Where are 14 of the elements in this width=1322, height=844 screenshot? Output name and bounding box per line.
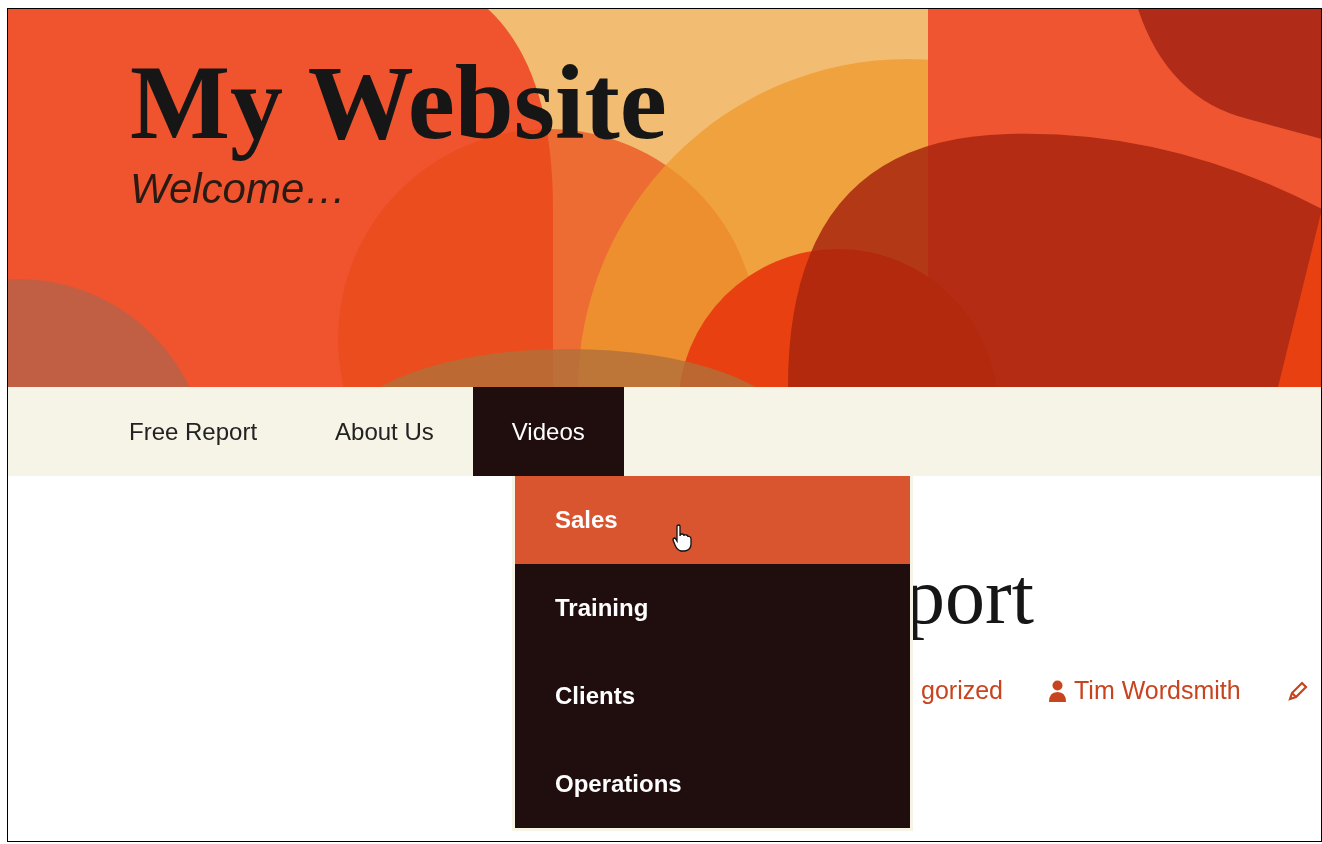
category-link[interactable]: gorized (921, 672, 1003, 710)
person-icon (1049, 679, 1066, 702)
nav-tab[interactable]: About Us (296, 387, 473, 476)
nav-tab[interactable]: Videos (472, 387, 624, 476)
dropdown-item[interactable]: Clients (515, 652, 910, 740)
author-link[interactable]: Tim Wordsmith (1074, 672, 1241, 710)
hand-cursor-icon (672, 524, 692, 552)
nav-tab[interactable]: Free Report (90, 387, 297, 476)
dropdown-item[interactable]: Training (515, 564, 910, 652)
site-tagline: Welcome… (130, 167, 348, 210)
dropdown-item[interactable]: Operations (515, 740, 910, 828)
site-title[interactable]: My Website (130, 45, 1321, 162)
dropdown-item[interactable]: Sales (515, 476, 910, 564)
pencil-icon[interactable] (1286, 679, 1309, 702)
